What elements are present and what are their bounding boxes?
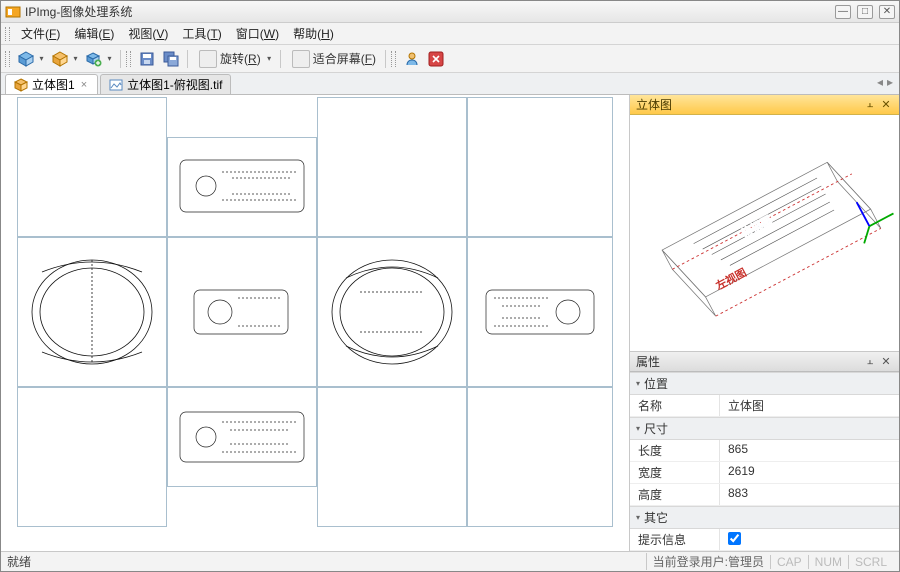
status-bar: 就绪 当前登录用户:管理员 CAP NUM SCRL <box>1 551 899 571</box>
fit-screen-tool[interactable]: 适合屏幕(F) <box>286 50 380 68</box>
pane-header-props[interactable]: 属性 ⫠ ✕ <box>630 352 899 372</box>
pin-icon[interactable]: ⫠ <box>863 98 877 112</box>
prop-key: 名称 <box>630 395 720 416</box>
cell-brr <box>467 387 613 527</box>
cell-top <box>167 137 317 237</box>
unfold-canvas[interactable] <box>1 95 629 551</box>
tab-topview[interactable]: 立体图1-俯视图.tif <box>100 74 231 94</box>
tab-prev-icon[interactable]: ◂ <box>877 75 883 89</box>
menu-window[interactable]: 窗口(W) <box>230 23 285 44</box>
prop-row-hint[interactable]: 提示信息 <box>630 529 899 551</box>
prop-cat-position[interactable]: 位置 <box>630 372 899 395</box>
prop-value[interactable]: 立体图 <box>720 395 899 416</box>
status-scrl: SCRL <box>848 555 893 569</box>
menu-tool[interactable]: 工具(T) <box>176 23 227 44</box>
cell-br <box>317 387 467 527</box>
dropdown-icon[interactable]: ▾ <box>36 54 47 63</box>
rotate-tool[interactable]: 旋转(R) <box>193 50 265 68</box>
prop-cat-other[interactable]: 其它 <box>630 506 899 529</box>
status-num: NUM <box>808 555 848 569</box>
prop-value[interactable]: 865 <box>720 440 899 461</box>
right-panels: 立体图 ⫠ ✕ <box>629 95 899 551</box>
minimize-button[interactable]: — <box>835 5 851 19</box>
menu-view[interactable]: 视图(V) <box>122 23 174 44</box>
cell-bl <box>17 387 167 527</box>
workspace: 立体图 ⫠ ✕ <box>1 95 899 551</box>
close-icon[interactable]: × <box>79 79 89 91</box>
cell-midl <box>167 237 317 387</box>
tab-strip: 立体图1 × 立体图1-俯视图.tif ◂ ▸ <box>1 73 899 95</box>
user-button[interactable] <box>401 48 423 70</box>
prop-row-length[interactable]: 长度 865 <box>630 440 899 462</box>
close-red-button[interactable] <box>425 48 447 70</box>
sketch-bottom <box>172 392 312 482</box>
close-button[interactable]: ✕ <box>879 5 895 19</box>
app-icon <box>5 4 21 20</box>
cell-trr <box>467 97 613 237</box>
menu-bar: 文件(F) 编辑(E) 视图(V) 工具(T) 窗口(W) 帮助(H) <box>1 23 899 45</box>
pane-title: 属性 <box>636 353 861 370</box>
prop-value[interactable]: 883 <box>720 484 899 505</box>
tab-3d[interactable]: 立体图1 × <box>5 74 98 94</box>
tab-label: 立体图1-俯视图.tif <box>127 76 222 93</box>
status-ready: 就绪 <box>7 553 31 570</box>
status-cap: CAP <box>770 555 808 569</box>
view3d-canvas[interactable]: 俯视图 左视图 <box>630 115 899 351</box>
close-icon[interactable]: ✕ <box>879 98 893 112</box>
prop-key: 提示信息 <box>630 529 720 550</box>
cell-midr <box>467 237 613 387</box>
prop-row-name[interactable]: 名称 立体图 <box>630 395 899 417</box>
menu-file[interactable]: 文件(F) <box>15 23 66 44</box>
toolbar-grip[interactable] <box>126 51 131 67</box>
prop-row-height[interactable]: 高度 883 <box>630 484 899 506</box>
close-icon[interactable]: ✕ <box>879 355 893 369</box>
prop-cat-dimension[interactable]: 尺寸 <box>630 417 899 440</box>
dropdown-icon[interactable]: ▾ <box>104 54 115 63</box>
menu-help[interactable]: 帮助(H) <box>287 23 340 44</box>
view3d-label-left: 左视图 <box>712 265 748 293</box>
prop-key: 宽度 <box>630 462 720 483</box>
menu-edit[interactable]: 编辑(E) <box>68 23 120 44</box>
new-cube-orange-button[interactable] <box>49 48 71 70</box>
sketch-left <box>22 242 162 382</box>
prop-value-checkbox[interactable] <box>720 529 899 550</box>
sketch-back <box>472 242 608 382</box>
pane-title: 立体图 <box>636 96 861 113</box>
status-user: 当前登录用户:管理员 <box>646 553 770 570</box>
save-button[interactable] <box>136 48 158 70</box>
property-grid: 位置 名称 立体图 尺寸 长度 865 宽度 2619 高度 883 <box>630 372 899 551</box>
pin-icon[interactable]: ⫠ <box>863 355 877 369</box>
window-title: IPImg-图像处理系统 <box>25 3 835 20</box>
dropdown-icon[interactable]: ▾ <box>264 54 275 63</box>
sketch-right <box>322 242 462 382</box>
toolbar: ▾ ▾ ▾ 旋转(R) ▾ 适合屏幕(F) <box>1 45 899 73</box>
save-all-button[interactable] <box>160 48 182 70</box>
cube-icon <box>14 78 28 92</box>
new-cube-blue-button[interactable] <box>15 48 37 70</box>
sketch-top <box>172 142 312 232</box>
cell-mid <box>317 237 467 387</box>
title-bar: IPImg-图像处理系统 — □ ✕ <box>1 1 899 23</box>
image-icon <box>109 78 123 92</box>
cell-bottom <box>167 387 317 487</box>
hint-checkbox[interactable] <box>728 532 741 545</box>
toolbar-grip[interactable] <box>391 51 396 67</box>
prop-key: 长度 <box>630 440 720 461</box>
menu-grip[interactable] <box>5 27 10 41</box>
cell-left <box>17 237 167 387</box>
cube-plus-button[interactable] <box>83 48 105 70</box>
prop-key: 高度 <box>630 484 720 505</box>
cell-tr <box>317 97 467 237</box>
dropdown-icon[interactable]: ▾ <box>70 54 81 63</box>
sketch-side <box>172 242 312 382</box>
pane-header-3dview[interactable]: 立体图 ⫠ ✕ <box>630 95 899 115</box>
cell-tl <box>17 97 167 237</box>
prop-row-width[interactable]: 宽度 2619 <box>630 462 899 484</box>
tab-next-icon[interactable]: ▸ <box>887 75 893 89</box>
toolbar-grip[interactable] <box>5 51 10 67</box>
maximize-button[interactable]: □ <box>857 5 873 19</box>
tab-label: 立体图1 <box>32 76 75 93</box>
prop-value[interactable]: 2619 <box>720 462 899 483</box>
